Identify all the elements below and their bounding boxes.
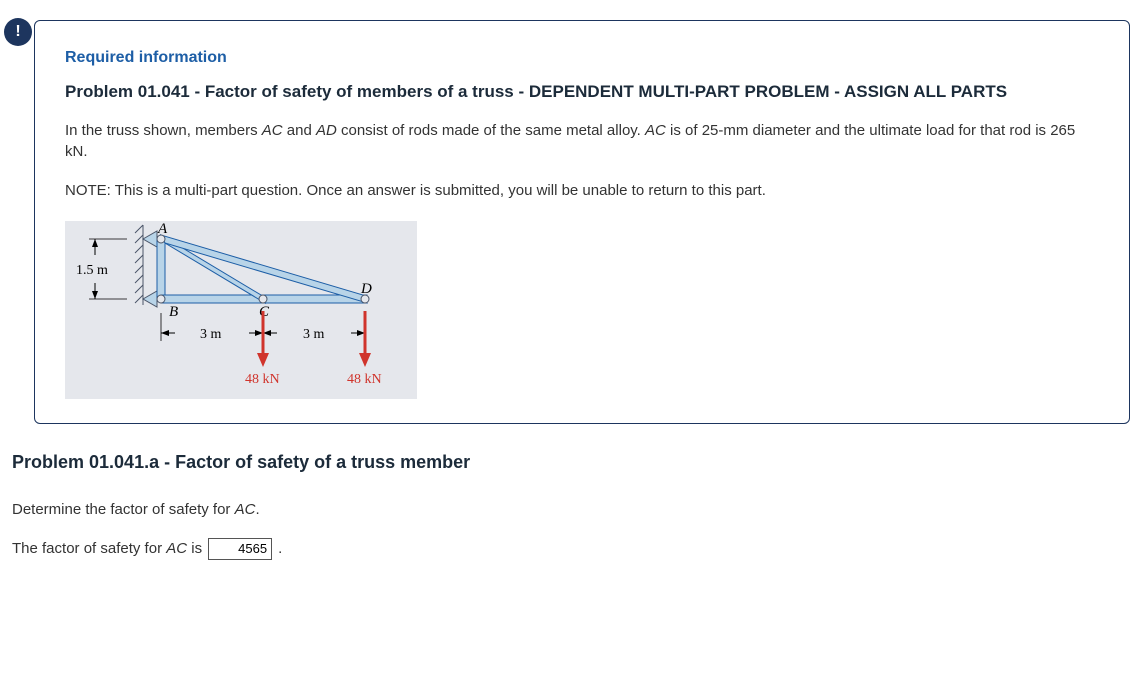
required-info-box: Required information Problem 01.041 - Fa…	[34, 20, 1130, 424]
desc-ad: AD	[316, 122, 337, 139]
subproblem-title: Problem 01.041.a - Factor of safety of a…	[12, 452, 1130, 473]
dim-span1: 3 m	[200, 327, 222, 342]
ans-suffix: .	[278, 540, 282, 557]
label-d: D	[360, 281, 372, 297]
multipart-note: NOTE: This is a multi-part question. Onc…	[65, 180, 1099, 201]
dim-span2: 3 m	[303, 327, 325, 342]
answer-input[interactable]	[208, 538, 272, 560]
q-ac: AC	[235, 501, 256, 518]
desc-text: consist of rods made of the same metal a…	[337, 122, 645, 139]
desc-text: and	[283, 122, 316, 139]
problem-title: Problem 01.041 - Factor of safety of mem…	[65, 81, 1099, 104]
q-suffix: .	[255, 501, 259, 518]
load1: 48 kN	[245, 372, 280, 387]
desc-ac: AC	[262, 122, 283, 139]
load2: 48 kN	[347, 372, 382, 387]
label-a: A	[157, 221, 168, 237]
label-b: B	[169, 304, 178, 320]
dim-height: 1.5 m	[76, 263, 108, 278]
ans-mid: is	[187, 540, 202, 557]
problem-description: In the truss shown, members AC and AD co…	[65, 120, 1099, 162]
alert-icon: !	[4, 18, 32, 46]
question-text: Determine the factor of safety for AC.	[12, 501, 1130, 518]
ans-prefix: The factor of safety for	[12, 540, 166, 557]
q-prefix: Determine the factor of safety for	[12, 501, 235, 518]
desc-text: In the truss shown, members	[65, 122, 262, 139]
ans-ac: AC	[166, 540, 187, 557]
truss-diagram: A B C D 1.5 m 3 m	[65, 221, 417, 399]
answer-line: The factor of safety for AC is .	[12, 538, 1130, 560]
required-info-heading: Required information	[65, 49, 1099, 67]
desc-ac2: AC	[645, 122, 666, 139]
